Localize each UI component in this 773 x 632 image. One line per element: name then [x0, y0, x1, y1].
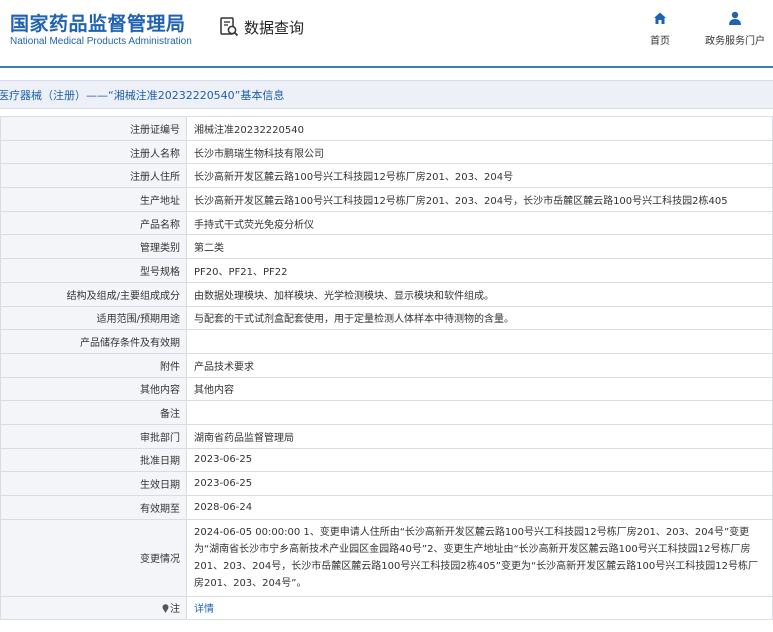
row-label: 附件: [0, 352, 187, 378]
row-value: 2023-06-25: [186, 471, 773, 496]
nav-service-portal[interactable]: 政务服务门户: [705, 10, 765, 47]
row-label: 结构及组成/主要组成成分: [0, 281, 187, 307]
table-row: 批准日期 2023-06-25: [0, 447, 773, 473]
row-label: 管理类别: [0, 234, 187, 260]
table-row: 备注: [0, 400, 773, 425]
table-row: 管理类别 第二类: [0, 234, 773, 260]
row-value: 产品技术要求: [186, 352, 773, 378]
note-label: 注: [170, 604, 180, 616]
table-row: 其他内容 其他内容: [0, 376, 773, 402]
user-icon: [729, 11, 741, 25]
row-label: 有效期至: [0, 495, 187, 520]
row-value: 湖南省药品监督管理局: [186, 423, 773, 449]
pin-icon: [162, 604, 169, 614]
table-row: 审批部门 湖南省药品监督管理局: [0, 423, 773, 449]
row-value: 2023-06-25: [186, 447, 773, 473]
table-row: 注册证编号 湘械注准20232220540: [0, 116, 773, 141]
home-icon: [654, 12, 666, 24]
data-query-heading[interactable]: 数据查询: [218, 16, 304, 38]
change-history-value: 2024-06-05 00:00:00 1、变更申请人住所由“长沙高新开发区麓云…: [186, 518, 773, 597]
note-row: 注 详情: [0, 595, 773, 620]
row-value: PF20、PF21、PF22: [186, 258, 773, 283]
site-header: 国家药品监督管理局 National Medical Products Admi…: [0, 0, 773, 68]
row-label: 批准日期: [0, 447, 187, 473]
row-label: 适用范围/预期用途: [0, 305, 187, 331]
row-value: 其他内容: [186, 376, 773, 402]
table-row: 附件 产品技术要求: [0, 352, 773, 378]
note-label-cell: 注: [0, 595, 187, 620]
row-label: 生产地址: [0, 187, 187, 212]
row-value: 手持式干式荧光免疫分析仪: [186, 210, 773, 236]
row-label: 产品名称: [0, 210, 187, 236]
record-title: 医疗器械（注册）——“湘械注准20232220540”基本信息: [0, 88, 285, 102]
row-value: 长沙市鹏瑞生物科技有限公司: [186, 139, 773, 165]
row-value: 长沙高新开发区麓云路100号兴工科技园12号栋厂房201、203、204号，长沙…: [186, 187, 773, 212]
site-logo-title[interactable]: 国家药品监督管理局: [10, 9, 186, 36]
detail-link[interactable]: 详情: [194, 604, 214, 615]
nav-portal-label: 政务服务门户: [705, 36, 765, 47]
table-row: 生产地址 长沙高新开发区麓云路100号兴工科技园12号栋厂房201、203、204…: [0, 187, 773, 212]
table-row: 型号规格 PF20、PF21、PF22: [0, 258, 773, 283]
row-label: 产品储存条件及有效期: [0, 329, 187, 354]
row-value: 湘械注准20232220540: [186, 116, 773, 141]
nav-home[interactable]: 首页: [650, 10, 670, 47]
table-row: 产品名称 手持式干式荧光免疫分析仪: [0, 210, 773, 236]
row-label: 型号规格: [0, 258, 187, 283]
row-label: 注册人名称: [0, 139, 187, 165]
header-divider: [0, 66, 773, 68]
record-title-bar: 医疗器械（注册）——“湘械注准20232220540”基本信息: [0, 80, 773, 109]
row-label: 注册人住所: [0, 163, 187, 189]
table-row: 适用范围/预期用途 与配套的干式试剂盒配套使用，用于定量检测人体样本中待测物的含量…: [0, 305, 773, 331]
table-row: 结构及组成/主要组成成分 由数据处理模块、加样模块、光学检测模块、显示模块和软件组…: [0, 281, 773, 307]
row-value: 2028-06-24: [186, 495, 773, 520]
row-label: 备注: [0, 400, 187, 425]
nav-home-label: 首页: [650, 36, 670, 47]
row-label: 生效日期: [0, 471, 187, 496]
row-value: 与配套的干式试剂盒配套使用，用于定量检测人体样本中待测物的含量。: [186, 305, 773, 331]
row-value: 长沙高新开发区麓云路100号兴工科技园12号栋厂房201、203、204号: [186, 163, 773, 189]
row-value: 第二类: [186, 234, 773, 260]
row-label: 其他内容: [0, 376, 187, 402]
site-logo-subtitle: National Medical Products Administration: [10, 36, 192, 47]
change-history-row: 变更情况 2024-06-05 00:00:00 1、变更申请人住所由“长沙高新开…: [0, 518, 773, 597]
document-search-icon: [220, 17, 239, 37]
row-value: [186, 329, 773, 354]
table-row: 生效日期 2023-06-25: [0, 471, 773, 496]
table-row: 产品储存条件及有效期: [0, 329, 773, 354]
row-label: 注册证编号: [0, 116, 187, 141]
detail-table: 注册证编号 湘械注准20232220540 注册人名称 长沙市鹏瑞生物科技有限公司 注册…: [0, 116, 773, 620]
change-history-label: 变更情况: [0, 518, 187, 597]
table-row: 注册人名称 长沙市鹏瑞生物科技有限公司: [0, 139, 773, 165]
table-row: 注册人住所 长沙高新开发区麓云路100号兴工科技园12号栋厂房201、203、20…: [0, 163, 773, 189]
note-value-cell: 详情: [186, 595, 773, 620]
row-label: 审批部门: [0, 423, 187, 449]
row-value: 由数据处理模块、加样模块、光学检测模块、显示模块和软件组成。: [186, 281, 773, 307]
data-query-label: 数据查询: [244, 18, 305, 37]
row-value: [186, 400, 773, 425]
table-row: 有效期至 2028-06-24: [0, 495, 773, 520]
